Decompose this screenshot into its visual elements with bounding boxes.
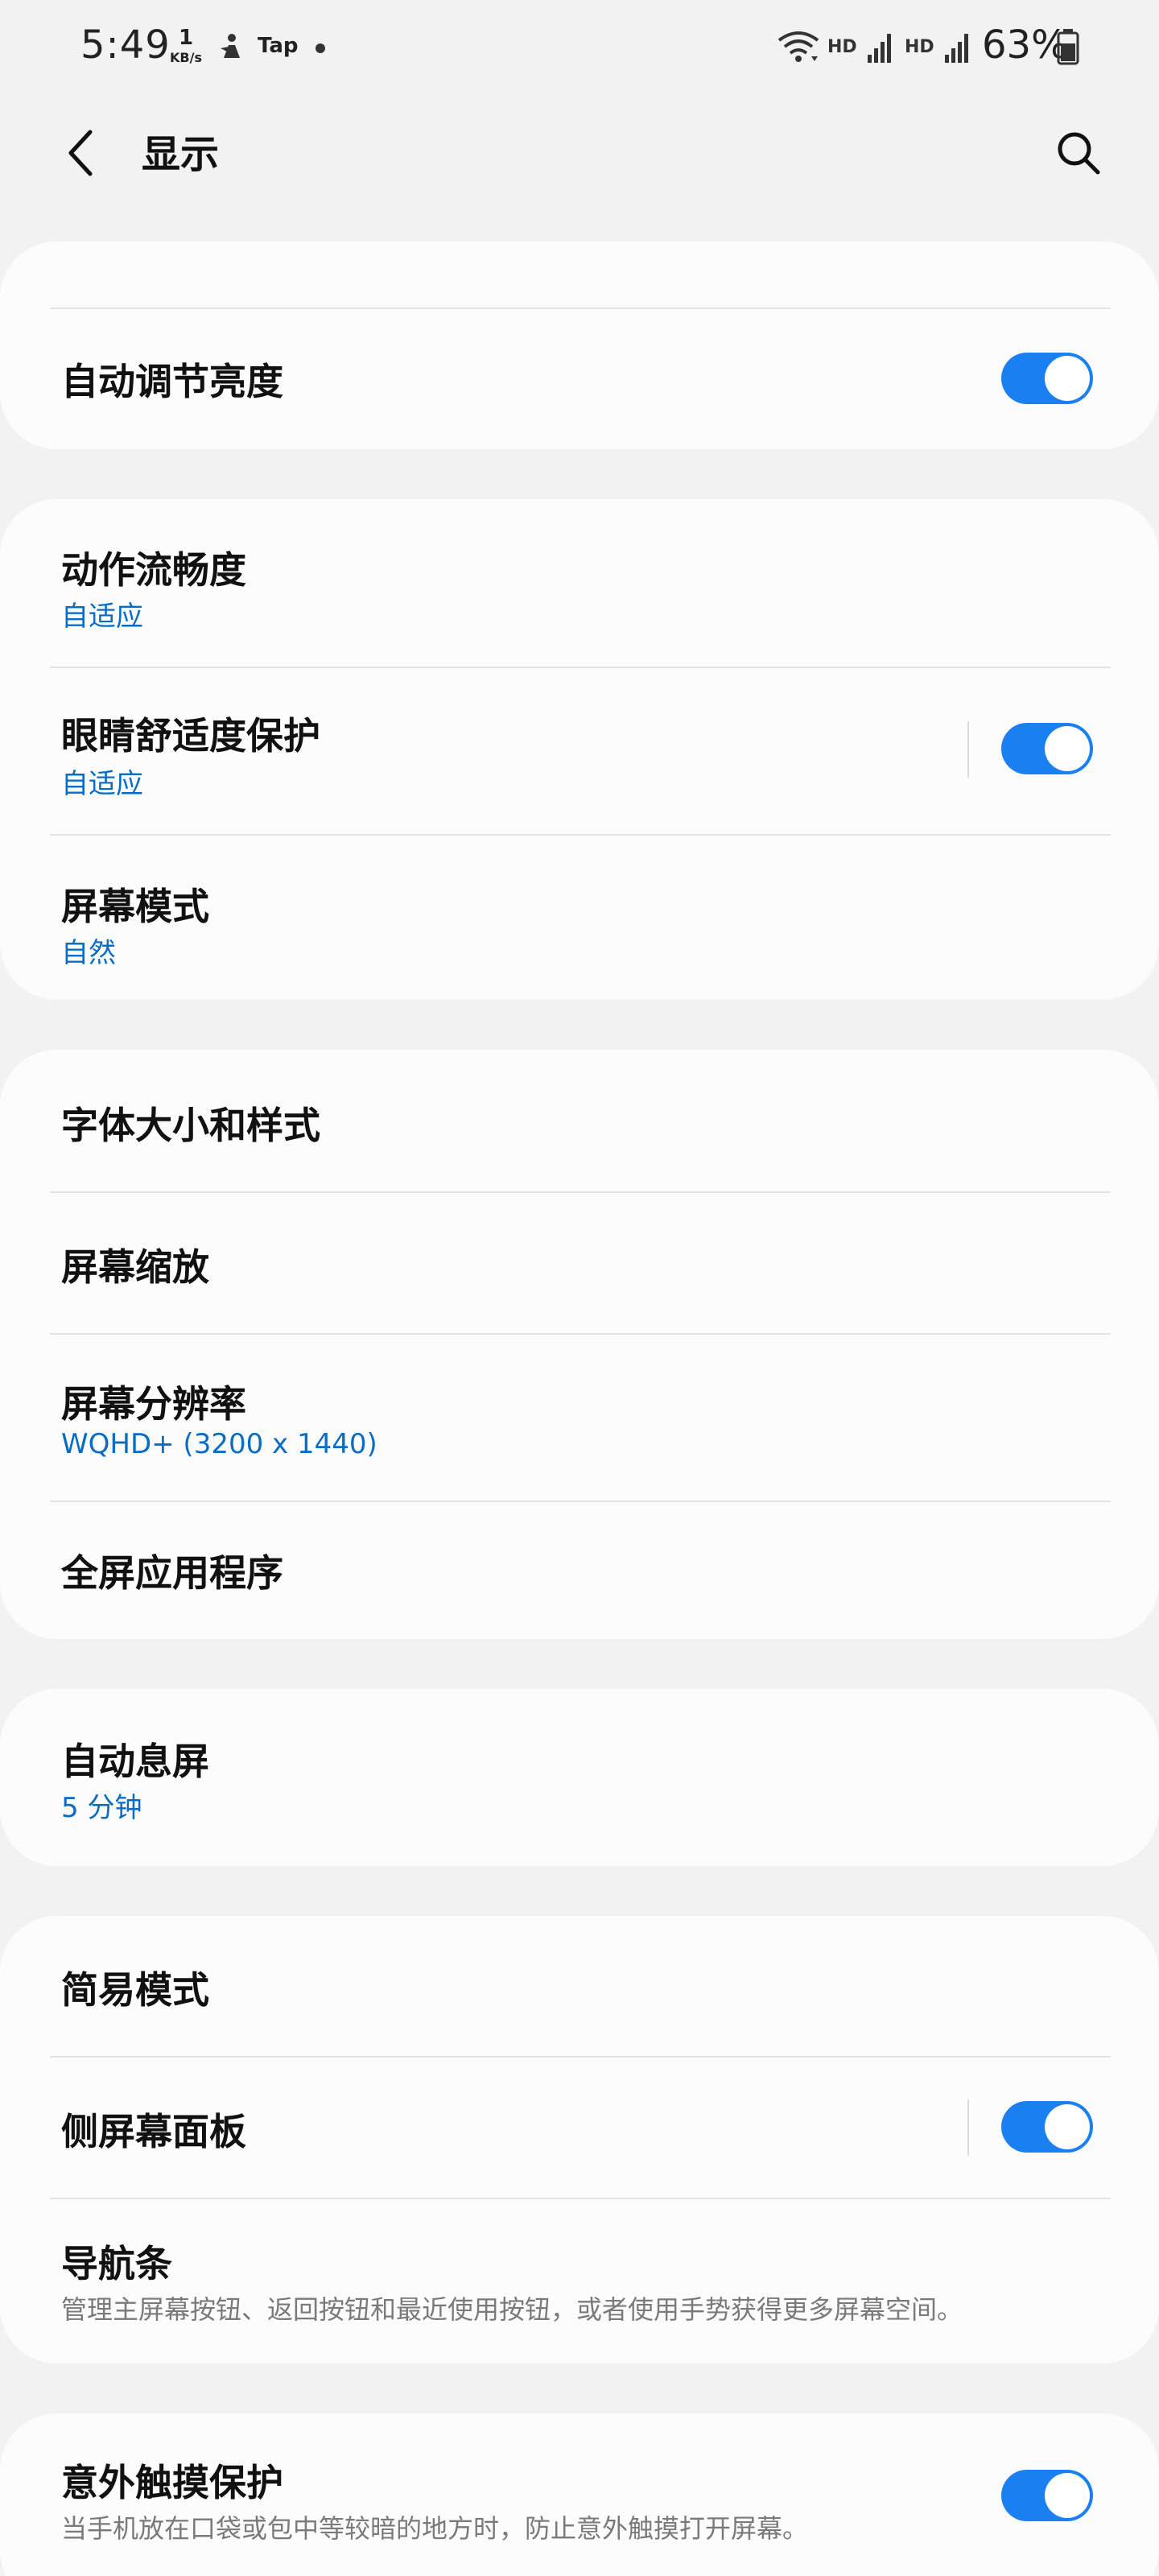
edge-panels-row[interactable]: 侧屏幕面板 [0, 2058, 1159, 2198]
notification-dot [316, 43, 325, 53]
screen-zoom-row[interactable]: 屏幕缩放 [0, 1193, 1159, 1333]
timeout-card: 自动息屏 5 分钟 [0, 1689, 1159, 1866]
search-button[interactable] [1046, 121, 1111, 185]
hd-badge: HD [827, 37, 857, 57]
app-notification-icon [221, 34, 240, 58]
navigation-bar-description: 管理主屏幕按钮、返回按钮和最近使用按钮，或者使用手势获得更多屏幕空间。 [61, 2294, 963, 2325]
accidental-touch-description: 当手机放在口袋或包中等较暗的地方时，防止意外触摸打开屏幕。 [61, 2513, 809, 2544]
status-time: 5:49 [80, 23, 171, 68]
vertical-divider [967, 721, 969, 778]
search-icon [1058, 132, 1100, 175]
screen-mode-value: 自然 [61, 937, 116, 969]
display-settings-screen: 5:49 1 KB/s Tap HD HD 63% 显示 自动调节亮度 动作流畅… [0, 0, 1159, 2576]
eye-comfort-value: 自适应 [61, 768, 143, 800]
screen-timeout-label: 自动息屏 [61, 1740, 209, 1783]
navigation-bar-row[interactable]: 导航条 管理主屏幕按钮、返回按钮和最近使用按钮，或者使用手势获得更多屏幕空间。 [0, 2199, 1159, 2363]
fullscreen-apps-row[interactable]: 全屏应用程序 [0, 1502, 1159, 1639]
accidental-touch-toggle[interactable] [1001, 2470, 1093, 2521]
screen-timeout-row[interactable]: 自动息屏 5 分钟 [0, 1689, 1159, 1866]
motion-card: 动作流畅度 自适应 眼睛舒适度保护 自适应 屏幕模式 自然 [0, 499, 1159, 1000]
vertical-divider [967, 2099, 969, 2156]
accidental-touch-row[interactable]: 意外触摸保护 当手机放在口袋或包中等较暗的地方时，防止意外触摸打开屏幕。 [0, 2413, 1159, 2576]
edge-panels-toggle[interactable] [1001, 2101, 1093, 2153]
eye-comfort-toggle[interactable] [1001, 723, 1093, 774]
auto-brightness-toggle[interactable] [1001, 353, 1093, 404]
brightness-card: 自动调节亮度 [0, 242, 1159, 449]
misc-card: 简易模式 侧屏幕面板 导航条 管理主屏幕按钮、返回按钮和最近使用按钮，或者使用手… [0, 1916, 1159, 2363]
edge-panels-label: 侧屏幕面板 [61, 2110, 246, 2153]
font-size-style-row[interactable]: 字体大小和样式 [0, 1050, 1159, 1191]
motion-smoothness-label: 动作流畅度 [61, 548, 246, 592]
font-size-style-label: 字体大小和样式 [61, 1104, 320, 1147]
screen-mode-row[interactable]: 屏幕模式 自然 [0, 836, 1159, 1000]
signal-icon [868, 34, 891, 63]
font-card: 字体大小和样式 屏幕缩放 屏幕分辨率 WQHD+ (3200 x 1440) 全… [0, 1050, 1159, 1639]
toggle-knob [1045, 356, 1090, 401]
screen-resolution-value: WQHD+ (3200 x 1440) [61, 1428, 377, 1460]
auto-brightness-row[interactable]: 自动调节亮度 [0, 309, 1159, 449]
network-speed: 1 KB/s [166, 27, 206, 64]
page-title: 显示 [142, 132, 220, 177]
network-speed-value: 1 [178, 26, 194, 50]
status-bar: 5:49 1 KB/s Tap HD HD 63% [0, 0, 1159, 97]
toggle-knob [1045, 2473, 1090, 2518]
toggle-knob [1045, 726, 1090, 771]
battery-percent: 63% [982, 23, 1068, 68]
screen-timeout-value: 5 分钟 [61, 1792, 142, 1824]
screen-zoom-label: 屏幕缩放 [61, 1245, 209, 1289]
fullscreen-apps-label: 全屏应用程序 [61, 1551, 283, 1595]
screen-resolution-row[interactable]: 屏幕分辨率 WQHD+ (3200 x 1440) [0, 1335, 1159, 1501]
accidental-touch-label: 意外触摸保护 [61, 2461, 283, 2504]
eye-comfort-row[interactable]: 眼睛舒适度保护 自适应 [0, 668, 1159, 834]
motion-smoothness-row[interactable]: 动作流畅度 自适应 [0, 499, 1159, 667]
navigation-bar-label: 导航条 [61, 2242, 172, 2285]
screen-mode-label: 屏幕模式 [61, 885, 209, 928]
network-speed-unit: KB/s [170, 50, 202, 65]
battery-icon [1057, 29, 1079, 65]
touch-protection-card: 意外触摸保护 当手机放在口袋或包中等较暗的地方时，防止意外触摸打开屏幕。 [0, 2413, 1159, 2576]
easy-mode-label: 简易模式 [61, 1968, 209, 2012]
back-button[interactable] [48, 121, 113, 185]
app-label: Tap [258, 34, 299, 58]
wifi-icon [777, 31, 819, 62]
motion-smoothness-value: 自适应 [61, 601, 143, 633]
auto-brightness-label: 自动调节亮度 [61, 360, 283, 403]
easy-mode-row[interactable]: 简易模式 [0, 1916, 1159, 2056]
app-header: 显示 [0, 105, 1159, 201]
screen-resolution-label: 屏幕分辨率 [61, 1382, 246, 1426]
chevron-left-icon [68, 130, 93, 176]
eye-comfort-label: 眼睛舒适度保护 [61, 714, 320, 758]
signal-icon [945, 34, 968, 63]
hd-badge: HD [905, 37, 934, 57]
toggle-knob [1045, 2104, 1090, 2149]
